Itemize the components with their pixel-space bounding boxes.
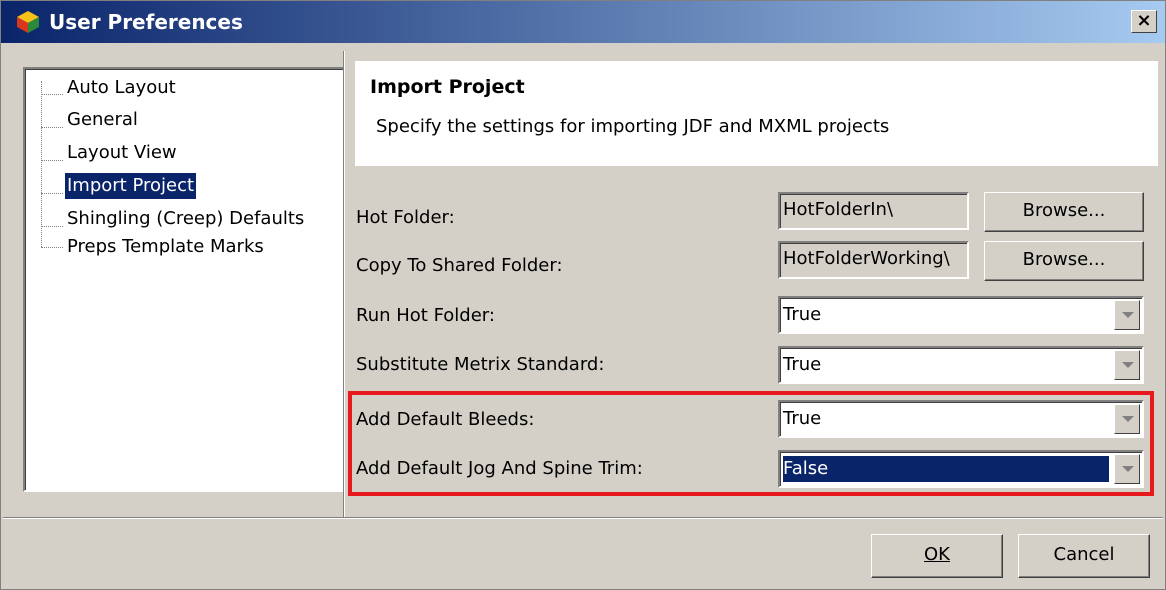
run-hot-folder-value: True <box>783 304 822 325</box>
copy-to-shared-folder-field[interactable]: HotFolderWorking\ <box>778 241 969 279</box>
ok-button[interactable]: OK <box>871 534 1003 578</box>
run-hot-folder-label: Run Hot Folder: <box>356 305 495 326</box>
tree-connector-line <box>41 160 63 161</box>
hot-folder-label: Hot Folder: <box>356 207 455 228</box>
title-bar[interactable]: User Preferences × <box>1 1 1165 43</box>
highlight-annotation-box <box>348 391 1154 496</box>
footer-divider <box>3 517 1163 519</box>
hot-folder-field[interactable]: HotFolderIn\ <box>778 192 969 230</box>
browse-button-label: Browse... <box>1022 200 1106 221</box>
cancel-button-label: Cancel <box>1053 544 1115 565</box>
page-title: Import Project <box>370 76 525 98</box>
browse-button-label: Browse... <box>1022 249 1106 270</box>
app-logo-icon <box>17 11 39 33</box>
user-preferences-window: User Preferences × Auto Layout General L… <box>0 0 1166 590</box>
chevron-down-icon[interactable] <box>1114 350 1140 380</box>
substitute-metrix-standard-label: Substitute Metrix Standard: <box>356 354 605 375</box>
tree-connector-line <box>41 226 63 227</box>
tree-item-preps-template-marks[interactable]: Preps Template Marks <box>65 234 266 260</box>
copy-to-shared-folder-label: Copy To Shared Folder: <box>356 255 563 276</box>
tree-connector-line <box>41 81 42 247</box>
tree-item-auto-layout[interactable]: Auto Layout <box>65 75 178 101</box>
chevron-down-icon[interactable] <box>1114 300 1140 330</box>
category-tree[interactable]: Auto Layout General Layout View Import P… <box>23 67 345 492</box>
substitute-metrix-standard-dropdown[interactable]: True <box>778 346 1144 384</box>
panel-divider[interactable] <box>343 51 345 517</box>
tree-item-layout-view[interactable]: Layout View <box>65 140 179 166</box>
tree-connector-line <box>41 247 63 248</box>
cancel-button[interactable]: Cancel <box>1018 534 1150 578</box>
tree-connector-line <box>41 127 63 128</box>
tree-item-shingling-creep-defaults[interactable]: Shingling (Creep) Defaults <box>65 206 306 232</box>
hot-folder-browse-button[interactable]: Browse... <box>984 192 1144 232</box>
ok-button-label: OK <box>924 544 950 565</box>
page-description: Specify the settings for importing JDF a… <box>376 116 890 137</box>
tree-connector-line <box>41 94 63 95</box>
tree-item-import-project[interactable]: Import Project <box>65 173 197 199</box>
run-hot-folder-dropdown[interactable]: True <box>778 296 1144 334</box>
settings-header: Import Project Specify the settings for … <box>355 61 1158 166</box>
close-icon: × <box>1136 10 1152 31</box>
close-button[interactable]: × <box>1131 10 1157 33</box>
tree-connector-line <box>41 193 63 194</box>
window-title: User Preferences <box>49 10 243 34</box>
substitute-metrix-standard-value: True <box>783 354 822 375</box>
tree-item-general[interactable]: General <box>65 107 140 133</box>
copy-to-shared-folder-browse-button[interactable]: Browse... <box>984 241 1144 281</box>
